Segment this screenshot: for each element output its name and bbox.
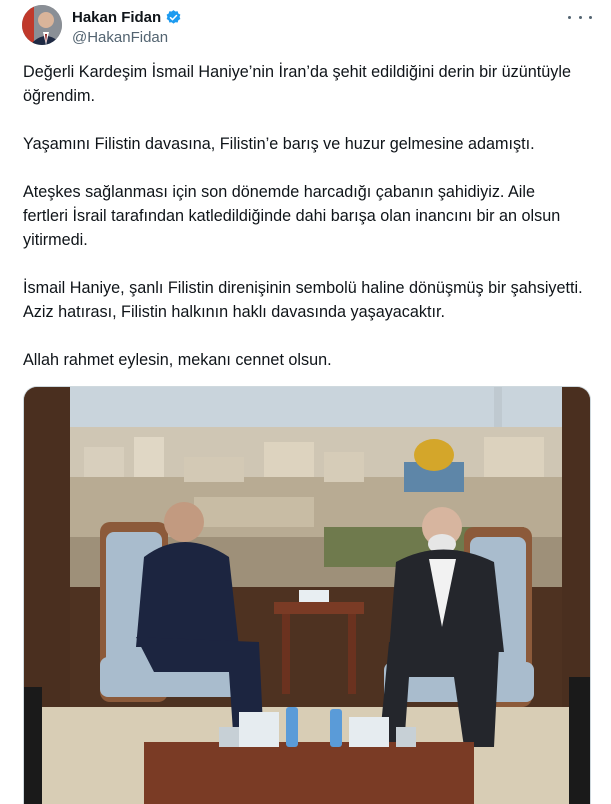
tweet-header: Hakan Fidan @HakanFidan [22, 5, 592, 49]
tweet-text: Değerli Kardeşim İsmail Haniye’nin İran’… [23, 60, 583, 396]
tweet-paragraph: Allah rahmet eylesin, mekanı cennet olsu… [23, 351, 332, 369]
tweet-paragraph: İsmail Haniye, şanlı Filistin direnişini… [23, 279, 583, 321]
tweet-photo[interactable] [23, 386, 591, 804]
display-name[interactable]: Hakan Fidan [72, 9, 161, 26]
avatar[interactable] [22, 5, 62, 45]
tweet-paragraph: Ateşkes sağlanması için son dönemde harc… [23, 183, 561, 249]
handle[interactable]: @HakanFidan [72, 29, 168, 46]
meeting-photo [24, 387, 590, 804]
name-row: Hakan Fidan [72, 9, 182, 26]
more-options-icon[interactable] [568, 7, 592, 27]
tweet-paragraph: Yaşamını Filistin davasına, Filistin’e b… [23, 135, 535, 153]
tweet-paragraph: Değerli Kardeşim İsmail Haniye’nin İran’… [23, 63, 571, 105]
avatar-image [22, 5, 62, 45]
verified-badge-icon [165, 9, 182, 26]
